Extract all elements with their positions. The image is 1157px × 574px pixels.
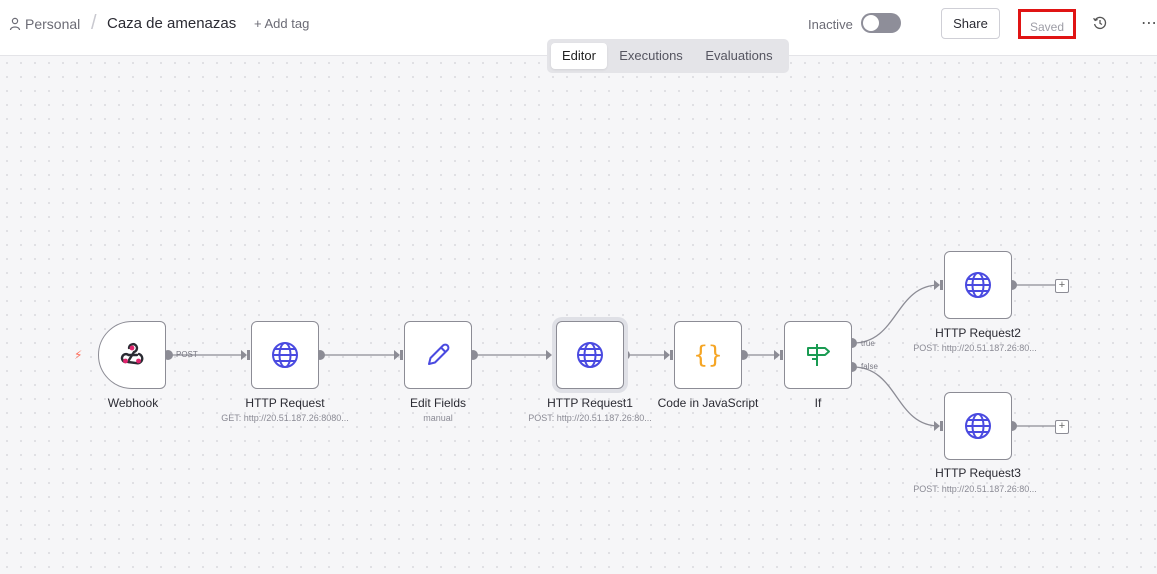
node-http-request1-subtitle: POST: http://20.51.187.26:80... <box>528 413 652 423</box>
more-options-icon[interactable]: ⋯ <box>1141 13 1157 33</box>
signpost-icon <box>807 344 830 366</box>
node-webhook[interactable] <box>98 321 166 389</box>
node-webhook-label: Webhook <box>107 396 159 410</box>
svg-text:{}: {} <box>694 341 723 369</box>
webhook-icon <box>120 342 144 365</box>
pencil-icon <box>428 343 450 365</box>
globe-icon <box>577 342 603 368</box>
node-http-request2-label: HTTP Request2 <box>935 326 1021 340</box>
globe-icon <box>965 272 991 298</box>
add-tag-button[interactable]: + Add tag <box>254 16 309 31</box>
node-if-label: If <box>814 396 822 410</box>
node-edit-fields-label: Edit Fields <box>409 396 467 410</box>
history-icon[interactable] <box>1092 15 1108 31</box>
node-http-request1[interactable] <box>556 321 624 389</box>
breadcrumb-project[interactable]: Personal <box>25 16 80 32</box>
node-edit-fields[interactable] <box>404 321 472 389</box>
toggle-knob <box>863 15 879 31</box>
user-icon <box>9 17 21 31</box>
active-status-label: Inactive <box>808 17 853 32</box>
saved-button[interactable]: Saved <box>1018 9 1076 39</box>
globe-icon <box>272 342 298 368</box>
node-http-request2[interactable] <box>944 251 1012 319</box>
node-http-request3-subtitle: POST: http://20.51.187.26:80... <box>913 484 1037 494</box>
node-http-request[interactable] <box>251 321 319 389</box>
trigger-bolt-icon: ⚡ <box>74 348 83 362</box>
code-braces-icon: {} <box>694 341 723 369</box>
node-http-request2-subtitle: POST: http://20.51.187.26:80... <box>913 343 1037 353</box>
globe-icon <box>965 413 991 439</box>
workflow-name[interactable]: Caza de amenazas <box>107 15 236 32</box>
node-http-request-label: HTTP Request <box>245 396 325 410</box>
node-http-request3-label: HTTP Request3 <box>935 466 1021 480</box>
edge-label-true: true <box>861 339 875 348</box>
add-node-after-http-request3[interactable]: + <box>1055 420 1069 434</box>
share-button[interactable]: Share <box>941 8 1000 39</box>
node-code-javascript[interactable]: {} <box>674 321 742 389</box>
active-toggle[interactable] <box>861 13 901 33</box>
workflow-canvas[interactable]: ⚡ POST true false Webhook HTTP Request G… <box>0 56 1157 574</box>
edge-label-false: false <box>861 362 878 371</box>
add-node-after-http-request2[interactable]: + <box>1055 279 1069 293</box>
breadcrumb-separator: / <box>91 12 97 34</box>
node-http-request-subtitle: GET: http://20.51.187.26:8080... <box>221 413 349 423</box>
node-http-request3[interactable] <box>944 392 1012 460</box>
edge-label-post: POST <box>176 350 198 359</box>
node-if[interactable] <box>784 321 852 389</box>
node-edit-fields-subtitle: manual <box>423 413 453 423</box>
